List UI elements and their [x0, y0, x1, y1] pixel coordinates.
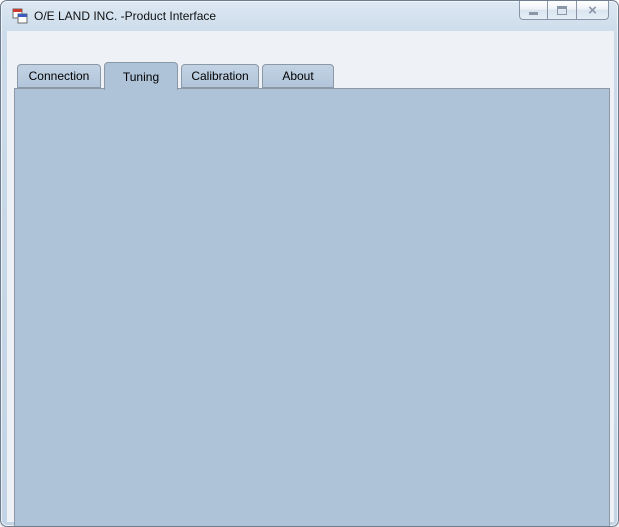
tab-about[interactable]: About — [262, 64, 334, 88]
title-bar: O/E LAND INC. -Product Interface × — [1, 1, 618, 31]
tab-page-tuning — [14, 88, 610, 527]
close-icon: × — [588, 3, 597, 18]
tab-control: Connection Tuning Calibration About Elec… — [7, 31, 614, 522]
app-window: O/E LAND INC. -Product Interface × Conne… — [0, 0, 619, 527]
window-title: O/E LAND INC. -Product Interface — [34, 9, 216, 23]
window-controls: × — [519, 1, 609, 20]
maximize-icon — [557, 6, 567, 15]
tab-tuning[interactable]: Tuning — [104, 62, 178, 90]
app-icon — [12, 8, 28, 24]
maximize-button[interactable] — [548, 1, 577, 20]
close-button[interactable]: × — [577, 1, 609, 20]
minimize-icon — [529, 12, 538, 15]
tab-calibration[interactable]: Calibration — [181, 64, 259, 88]
tab-connection[interactable]: Connection — [17, 64, 101, 88]
minimize-button[interactable] — [519, 1, 548, 20]
